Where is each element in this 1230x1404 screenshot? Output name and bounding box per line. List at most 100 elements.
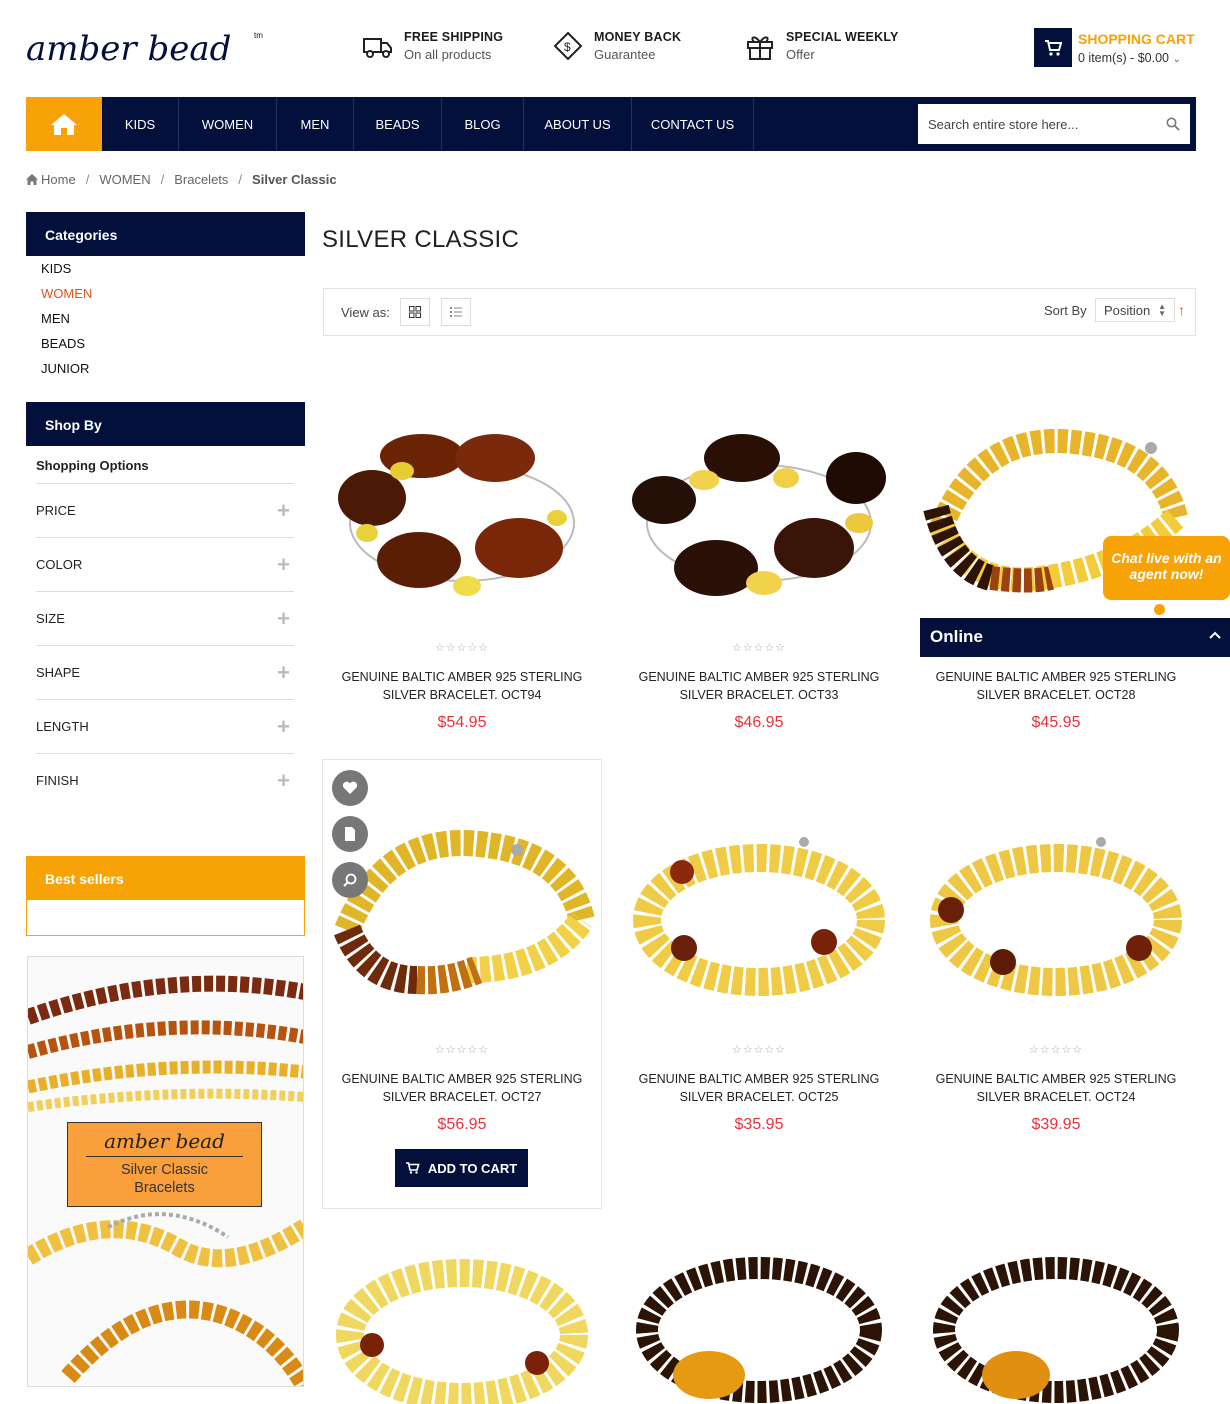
grid-view-button[interactable] xyxy=(400,298,430,326)
filter-label: SIZE xyxy=(36,611,65,626)
nav-item-men[interactable]: MEN xyxy=(277,97,354,151)
compare-button[interactable] xyxy=(332,816,368,852)
breadcrumb-separator: / xyxy=(160,172,165,187)
product-name[interactable]: GENUINE BALTIC AMBER 925 STERLING SILVER… xyxy=(921,668,1191,704)
add-to-cart-button[interactable]: ADD TO CART xyxy=(395,1149,528,1187)
breadcrumb-separator: / xyxy=(85,172,90,187)
search-icon[interactable] xyxy=(1166,117,1180,131)
chat-status: Online xyxy=(930,627,983,646)
product-name[interactable]: GENUINE BALTIC AMBER 925 STERLING SILVER… xyxy=(624,1070,894,1106)
truck-icon xyxy=(363,38,392,58)
product-name-line1: GENUINE BALTIC AMBER 925 STERLING xyxy=(341,1072,583,1086)
cart-summary[interactable]: 0 item(s) - $0.00 ⌄ xyxy=(1078,51,1181,65)
category-women[interactable]: WOMEN xyxy=(41,286,92,301)
filter-label: FINISH xyxy=(36,773,79,788)
wishlist-button[interactable] xyxy=(332,770,368,806)
search-box xyxy=(918,104,1190,144)
product-name-line1: GENUINE BALTIC AMBER 925 STERLING xyxy=(935,670,1177,684)
shopping-options-label: Shopping Options xyxy=(36,458,149,473)
gift-icon xyxy=(747,36,773,60)
site-logo[interactable]: amber bead tm xyxy=(26,28,266,72)
nav-item-blog[interactable]: BLOG xyxy=(442,97,524,151)
product-image[interactable] xyxy=(327,418,597,633)
feature-money-back: $ MONEY BACK Guarantee xyxy=(552,30,681,70)
plus-icon: + xyxy=(277,551,290,577)
breadcrumb-current: Silver Classic xyxy=(252,172,337,187)
rating-stars: ☆☆☆☆☆ xyxy=(731,642,787,654)
product-name[interactable]: GENUINE BALTIC AMBER 925 STERLING SILVER… xyxy=(327,668,597,704)
product-name[interactable]: GENUINE BALTIC AMBER 925 STERLING SILVER… xyxy=(327,1070,597,1106)
breadcrumb-women[interactable]: WOMEN xyxy=(99,172,150,187)
list-view-button[interactable] xyxy=(441,298,471,326)
quick-view-button[interactable] xyxy=(332,862,368,898)
product-image[interactable] xyxy=(921,418,1191,633)
product-name[interactable]: GENUINE BALTIC AMBER 925 STERLING SILVER… xyxy=(624,668,894,704)
promo-line2: Bracelets xyxy=(134,1180,195,1196)
view-as-label: View as: xyxy=(341,305,390,320)
heart-icon xyxy=(342,781,358,794)
best-sellers-panel xyxy=(26,900,305,936)
filter-finish[interactable]: FINISH + xyxy=(36,753,294,807)
product-name-line1: GENUINE BALTIC AMBER 925 STERLING xyxy=(638,670,880,684)
search-input[interactable] xyxy=(928,116,1166,132)
feature-free-shipping: FREE SHIPPING On all products xyxy=(362,30,503,70)
filter-label: COLOR xyxy=(36,557,83,572)
rating-stars: ☆☆☆☆☆ xyxy=(434,642,490,654)
nav-item-kids[interactable]: KIDS xyxy=(102,97,179,151)
nav-item-about-us[interactable]: ABOUT US xyxy=(524,97,632,151)
promo-logo: amber bead xyxy=(104,1129,225,1153)
chat-invite-bubble[interactable]: Chat live with an agent now! xyxy=(1103,536,1230,600)
page-title: SILVER CLASSIC xyxy=(322,226,520,253)
product-name-line2: SILVER BRACELET. OCT27 xyxy=(382,1090,542,1104)
sort-select-value: Position xyxy=(1104,302,1151,318)
filter-length[interactable]: LENGTH + xyxy=(36,699,294,753)
filter-size[interactable]: SIZE + xyxy=(36,591,294,645)
nav-item-beads[interactable]: BEADS xyxy=(354,97,442,151)
product-image[interactable] xyxy=(921,820,1191,1035)
category-beads[interactable]: BEADS xyxy=(41,336,85,351)
breadcrumb-home[interactable]: Home xyxy=(41,172,76,187)
home-button[interactable] xyxy=(26,97,102,151)
plus-icon: + xyxy=(277,497,290,523)
best-sellers-heading: Best sellers xyxy=(26,856,305,900)
promo-banner[interactable]: amber bead Silver Classic Bracelets xyxy=(27,956,304,1387)
zoom-icon xyxy=(343,873,357,887)
nav-item-contact-us[interactable]: CONTACT US xyxy=(632,97,754,151)
category-junior[interactable]: JUNIOR xyxy=(41,361,89,376)
list-icon xyxy=(450,307,462,317)
product-price: $56.95 xyxy=(437,1116,487,1133)
chevron-down-icon: ⌄ xyxy=(1172,54,1181,65)
filter-color[interactable]: COLOR + xyxy=(36,537,294,591)
cart-button[interactable] xyxy=(1034,28,1072,67)
product-image[interactable] xyxy=(624,1235,894,1404)
plus-icon: + xyxy=(277,659,290,685)
product-image[interactable] xyxy=(327,1235,597,1404)
product-image[interactable] xyxy=(327,820,597,1035)
svg-text:$: $ xyxy=(564,40,571,54)
feature-special-weekly: SPECIAL WEEKLY Offer xyxy=(744,30,899,70)
product-name-line2: SILVER BRACELET. OCT24 xyxy=(976,1090,1136,1104)
product-price: $45.95 xyxy=(1031,714,1081,731)
filter-label: SHAPE xyxy=(36,665,81,680)
chat-bar[interactable]: Online xyxy=(920,618,1230,657)
product-name-line1: GENUINE BALTIC AMBER 925 STERLING xyxy=(935,1072,1177,1086)
product-name[interactable]: GENUINE BALTIC AMBER 925 STERLING SILVER… xyxy=(921,1070,1191,1106)
promo-line1: Silver Classic xyxy=(120,1162,208,1178)
filter-price[interactable]: PRICE + xyxy=(36,483,294,537)
cart-title[interactable]: SHOPPING CART xyxy=(1078,31,1195,47)
breadcrumb-bracelets[interactable]: Bracelets xyxy=(174,172,228,187)
nav-item-women[interactable]: WOMEN xyxy=(179,97,277,151)
product-name-line2: SILVER BRACELET. OCT33 xyxy=(679,688,839,702)
chevron-up-icon[interactable] xyxy=(1209,626,1221,644)
product-image[interactable] xyxy=(624,418,894,633)
product-image[interactable] xyxy=(921,1235,1191,1404)
sort-select[interactable]: Position ▲ ▼ xyxy=(1095,298,1175,322)
sort-by-label: Sort By xyxy=(1044,303,1087,318)
sort-direction-icon[interactable]: ↑ xyxy=(1178,302,1185,318)
product-name-line1: GENUINE BALTIC AMBER 925 STERLING xyxy=(341,670,583,684)
home-icon xyxy=(51,114,77,135)
product-image[interactable] xyxy=(624,820,894,1035)
category-kids[interactable]: KIDS xyxy=(41,261,71,276)
filter-shape[interactable]: SHAPE + xyxy=(36,645,294,699)
category-men[interactable]: MEN xyxy=(41,311,70,326)
